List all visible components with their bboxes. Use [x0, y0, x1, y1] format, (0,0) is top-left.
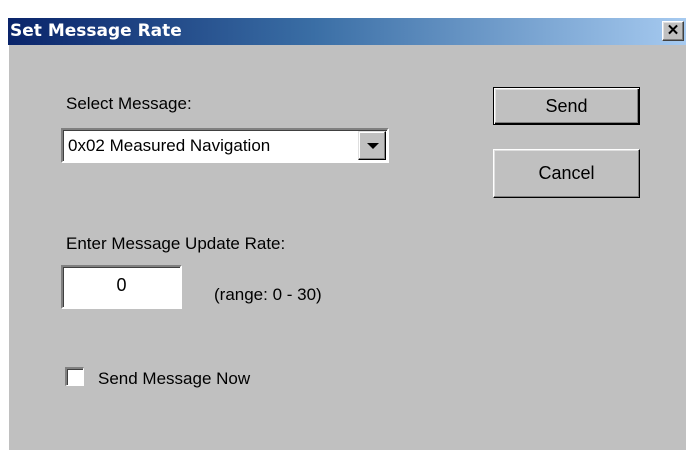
- dialog-titlebar[interactable]: Set Message Rate ✕: [8, 18, 686, 45]
- cancel-button[interactable]: Cancel: [493, 149, 640, 198]
- send-now-checkbox[interactable]: [65, 367, 84, 386]
- update-rate-value: 0: [116, 275, 127, 295]
- dropdown-arrow-button[interactable]: [358, 131, 386, 160]
- message-select-value: 0x02 Measured Navigation: [68, 136, 271, 155]
- rate-range-hint: (range: 0 - 30): [214, 285, 322, 304]
- send-now-label[interactable]: Send Message Now: [98, 369, 250, 389]
- send-button[interactable]: Send: [493, 87, 640, 125]
- dialog-title: Set Message Rate: [10, 21, 182, 41]
- update-rate-input[interactable]: 0: [61, 265, 182, 309]
- update-rate-label: Enter Message Update Rate:: [66, 234, 286, 253]
- close-button[interactable]: ✕: [662, 21, 684, 41]
- chevron-down-icon: [367, 143, 379, 149]
- window-frame-left: [0, 18, 8, 450]
- message-select-dropdown[interactable]: 0x02 Measured Navigation: [61, 128, 389, 163]
- select-message-label: Select Message:: [66, 94, 192, 113]
- window-frame-top: [0, 0, 686, 18]
- close-icon: ✕: [666, 22, 680, 39]
